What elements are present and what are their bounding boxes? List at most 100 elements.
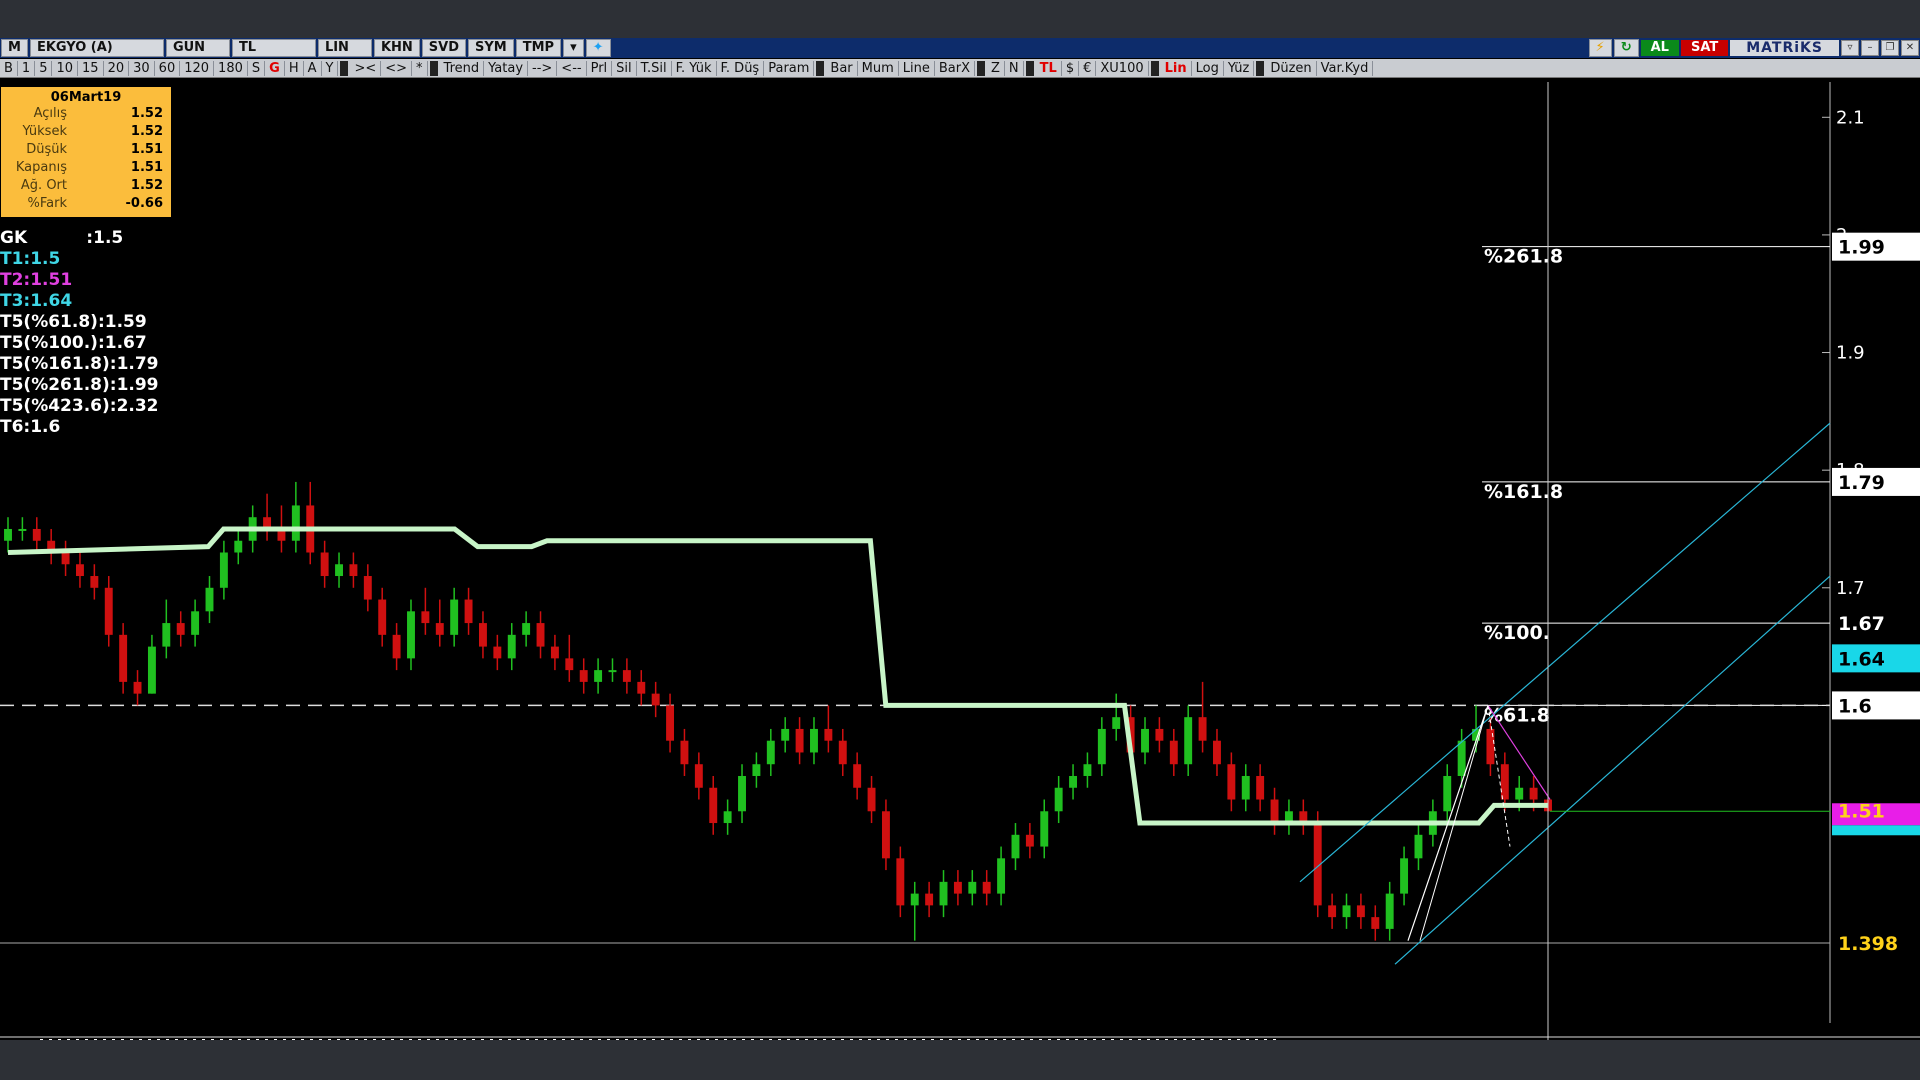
candle-body: [680, 740, 689, 765]
candle-body: [90, 576, 99, 588]
candle-body: [810, 728, 818, 753]
candle-body: [709, 787, 718, 824]
candle-body: [32, 528, 41, 541]
candle-body: [1198, 717, 1207, 741]
candle-body: [421, 611, 430, 624]
candle-body: [1184, 717, 1193, 765]
candle-body: [1227, 764, 1236, 800]
candle-body: [925, 893, 934, 906]
candle-body: [4, 528, 12, 541]
current-price-label: 1.51: [1838, 800, 1885, 822]
y-tick-label: 1.7: [1836, 578, 1865, 599]
info-row: Yüksek 1.52: [1, 123, 171, 141]
indicator-label: T2:1.51: [0, 270, 73, 290]
candle-body: [1069, 775, 1078, 788]
info-row: Düşük 1.51: [1, 141, 171, 159]
price-tag-label: 1.79: [1838, 472, 1885, 494]
candle-body: [1270, 799, 1279, 824]
candle-body: [320, 552, 329, 577]
candle-body: [176, 623, 185, 635]
candle-body: [853, 764, 862, 788]
candle-body: [881, 811, 890, 859]
candle-body: [738, 775, 746, 812]
price-tag-label: 1.64: [1838, 648, 1885, 670]
candle-body: [464, 599, 473, 624]
info-key: Kapanış: [15, 160, 67, 175]
fib-level-label: %161.8: [1484, 481, 1563, 503]
candle-body: [1328, 905, 1337, 918]
candle-body: [219, 552, 228, 588]
candle-body: [1213, 740, 1221, 765]
candle-body: [363, 576, 372, 600]
indicator-label: GK :1.5: [0, 228, 124, 248]
candle-body: [939, 881, 948, 906]
fib-level-label: %261.8: [1484, 246, 1563, 268]
indicator-labels: GK :1.5 T1:1.5 T2:1.51 T3:1.64 T5(%61.8):1.5…: [0, 228, 159, 438]
indicator-label: T5(%161.8):1.79: [0, 354, 159, 374]
candle-body: [1443, 775, 1452, 812]
candle-body: [982, 881, 991, 894]
candle-body: [18, 528, 27, 531]
info-value: 1.52: [130, 106, 163, 121]
indicator-label: T5(%61.8):1.59: [0, 312, 147, 332]
candle-body: [910, 893, 919, 906]
chart-window: M EKGYO (A) GUN TL LIN KHN SVD SYM TMP ▾…: [0, 38, 1920, 1046]
info-value: 1.51: [130, 142, 163, 157]
candle-body: [378, 599, 387, 635]
candle-body: [1112, 717, 1121, 729]
indicator-label: T3:1.64: [0, 291, 73, 311]
candle-body: [838, 740, 847, 765]
info-row: Kapanış 1.51: [1, 159, 171, 177]
candle-body: [1356, 905, 1365, 918]
candle-body: [61, 552, 70, 565]
info-value: 1.51: [130, 160, 163, 175]
price-chart[interactable]: 2.121.91.81.71.6%261.8%161.8%100.%61.81.…: [0, 38, 1920, 1046]
info-row: %Fark -0.66: [1, 195, 171, 213]
candle-body: [435, 623, 444, 635]
candle-body: [234, 540, 243, 553]
candle-body: [1529, 787, 1538, 800]
candle-body: [1241, 775, 1250, 800]
info-value: 1.52: [130, 124, 163, 139]
candle-body: [1486, 728, 1495, 765]
info-date: 06Mart19: [50, 90, 122, 105]
candle-body: [1342, 905, 1351, 918]
candle-body: [1025, 834, 1034, 847]
candle-body: [637, 681, 646, 694]
candle-body: [1083, 764, 1092, 776]
y-tick-label: 1.9: [1836, 343, 1865, 364]
candle-body: [1500, 764, 1509, 800]
candle-body: [694, 764, 703, 788]
indicator-label: T5(%100.):1.67: [0, 333, 147, 353]
candle-body: [953, 881, 962, 894]
candle-body: [968, 881, 977, 894]
candle-body: [824, 728, 833, 741]
candle-body: [1040, 811, 1049, 847]
candle-body: [291, 505, 300, 541]
candle-body: [666, 705, 675, 741]
indicator-label: T5(%261.8):1.99: [0, 375, 159, 395]
candle-body: [867, 787, 876, 812]
price-tag-label: 1.398: [1838, 933, 1898, 955]
candle-body: [1515, 787, 1524, 800]
candle-body: [450, 599, 459, 635]
candle-body: [766, 740, 775, 765]
candle-body: [651, 693, 660, 706]
info-key: Düşük: [26, 142, 67, 157]
trailing-stop-line: [7, 526, 1548, 826]
candle-body: [349, 564, 358, 577]
candle-body: [594, 670, 603, 682]
fib-level-label: %100.: [1484, 622, 1550, 644]
candle-body: [104, 587, 113, 635]
candle-body: [723, 811, 732, 824]
candle-body: [1457, 740, 1466, 776]
info-row: Açılış 1.52: [1, 105, 171, 123]
candle-body: [536, 623, 545, 647]
info-key: %Fark: [27, 196, 67, 211]
candle-body: [1155, 728, 1164, 741]
price-tag-label: 1.99: [1838, 237, 1885, 259]
candle-body: [335, 564, 343, 577]
candle-body: [147, 646, 156, 694]
candle-body: [205, 587, 214, 612]
candle-body: [478, 623, 487, 647]
